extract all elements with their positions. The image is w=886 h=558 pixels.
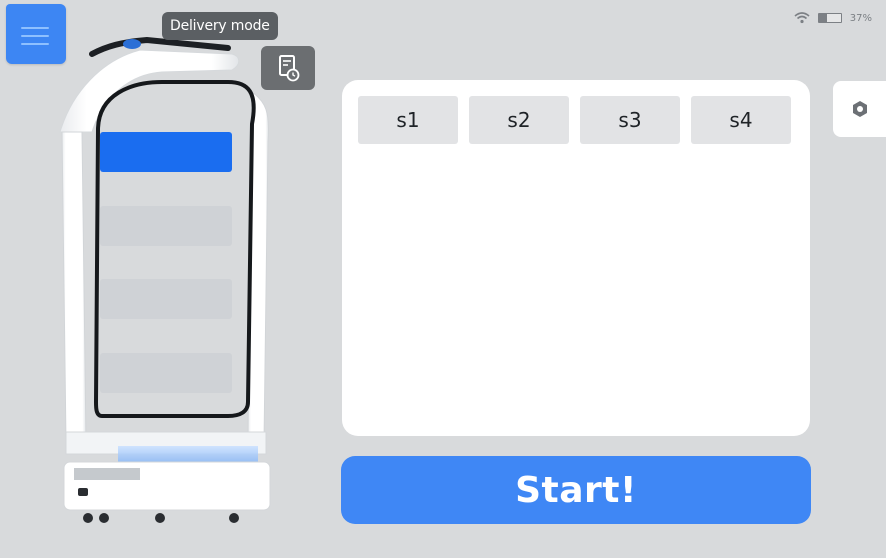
robot-tray-2[interactable] (100, 206, 232, 246)
robot-tray-3[interactable] (100, 279, 232, 319)
delivery-schedule-button[interactable] (261, 46, 315, 90)
settings-button[interactable] (833, 81, 886, 137)
station-panel: s1 s2 s3 s4 (342, 80, 810, 436)
station-tabs: s1 s2 s3 s4 (358, 96, 791, 144)
document-clock-icon (279, 55, 300, 82)
battery-icon (817, 13, 842, 23)
station-tab-s4[interactable]: s4 (691, 96, 791, 144)
wifi-icon (794, 12, 810, 24)
status-bar: 37% (794, 10, 872, 26)
battery-percentage: 37% (849, 12, 872, 24)
delivery-mode-label: Delivery mode (162, 12, 278, 40)
robot-tray-4[interactable] (100, 353, 232, 393)
robot-tray-1[interactable] (100, 132, 232, 172)
station-tab-s1[interactable]: s1 (358, 96, 458, 144)
station-tab-s2[interactable]: s2 (469, 96, 569, 144)
start-button[interactable]: Start! (341, 456, 811, 524)
station-tab-s3[interactable]: s3 (580, 96, 680, 144)
hamburger-menu-icon (21, 27, 49, 45)
gear-icon (852, 101, 867, 117)
